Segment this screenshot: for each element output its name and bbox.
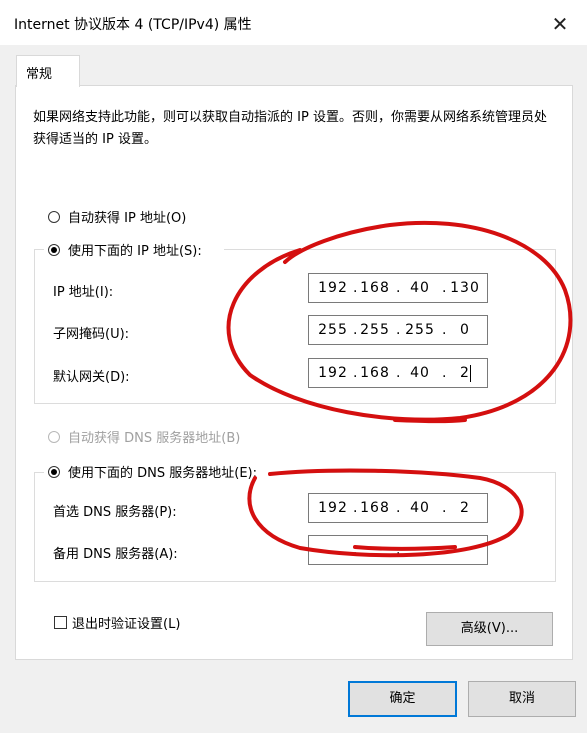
ok-button[interactable]: 确定 <box>348 681 457 717</box>
auto-dns-label[interactable]: 自动获得 DNS 服务器地址(B) <box>68 427 240 446</box>
gateway-octet-2[interactable]: 168 <box>359 365 391 381</box>
subnet-mask-field[interactable]: 255 . 255 . 255 . 0 <box>308 315 488 345</box>
preferred-dns-octet-1[interactable]: 192 <box>317 500 349 516</box>
tab-general-label: 常规 <box>26 67 53 82</box>
manual-ip-label[interactable]: 使用下面的 IP 地址(S): <box>68 240 202 259</box>
text-cursor <box>470 365 471 382</box>
default-gateway-field[interactable]: 192 . 168 . 40 . 2 <box>308 358 488 388</box>
gateway-octet-1[interactable]: 192 <box>317 365 349 381</box>
alternate-dns-label: 备用 DNS 服务器(A): <box>53 547 178 562</box>
ip-address-octet-4[interactable]: 130 <box>449 280 481 296</box>
manual-dns-label[interactable]: 使用下面的 DNS 服务器地址(E): <box>68 462 257 481</box>
preferred-dns-field[interactable]: 192 . 168 . 40 . 2 <box>308 493 488 523</box>
subnet-octet-1[interactable]: 255 <box>317 322 349 338</box>
alternate-dns-field[interactable]: . . . <box>308 535 488 565</box>
cancel-button[interactable]: 取消 <box>468 681 576 717</box>
subnet-octet-4[interactable]: 0 <box>449 322 481 338</box>
ip-address-octet-2[interactable]: 168 <box>359 280 391 296</box>
advanced-button[interactable]: 高级(V)... <box>426 612 553 646</box>
manual-ip-radio[interactable] <box>48 244 60 256</box>
manual-dns-radio[interactable] <box>48 466 60 478</box>
validate-settings-label[interactable]: 退出时验证设置(L) <box>72 613 180 632</box>
preferred-dns-octet-3[interactable]: 40 <box>404 500 436 516</box>
subnet-mask-label: 子网掩码(U): <box>53 327 130 342</box>
auto-ip-radio[interactable] <box>48 211 60 223</box>
ip-address-label: IP 地址(I): <box>53 285 114 300</box>
description-text: 如果网络支持此功能，则可以获取自动指派的 IP 设置。否则，你需要从网络系统管理… <box>33 110 547 147</box>
preferred-dns-octet-4[interactable]: 2 <box>449 500 481 516</box>
ip-address-field[interactable]: 192 . 168 . 40 . 130 <box>308 273 488 303</box>
preferred-dns-octet-2[interactable]: 168 <box>359 500 391 516</box>
ip-address-octet-1[interactable]: 192 <box>317 280 349 296</box>
validate-settings-checkbox[interactable] <box>54 616 67 629</box>
gateway-octet-3[interactable]: 40 <box>404 365 436 381</box>
close-icon[interactable]: ✕ <box>546 12 574 36</box>
ip-address-octet-3[interactable]: 40 <box>404 280 436 296</box>
preferred-dns-label: 首选 DNS 服务器(P): <box>53 505 177 520</box>
dns-settings-group <box>34 472 556 582</box>
default-gateway-label: 默认网关(D): <box>53 370 130 385</box>
gateway-octet-4[interactable]: 2 <box>449 365 481 381</box>
subnet-octet-2[interactable]: 255 <box>359 322 391 338</box>
auto-dns-radio[interactable] <box>48 431 60 443</box>
auto-ip-label[interactable]: 自动获得 IP 地址(O) <box>68 207 186 226</box>
subnet-octet-3[interactable]: 255 <box>404 322 436 338</box>
tab-general[interactable]: 常规 <box>16 55 80 87</box>
window-title: Internet 协议版本 4 (TCP/IPv4) 属性 <box>14 17 252 33</box>
